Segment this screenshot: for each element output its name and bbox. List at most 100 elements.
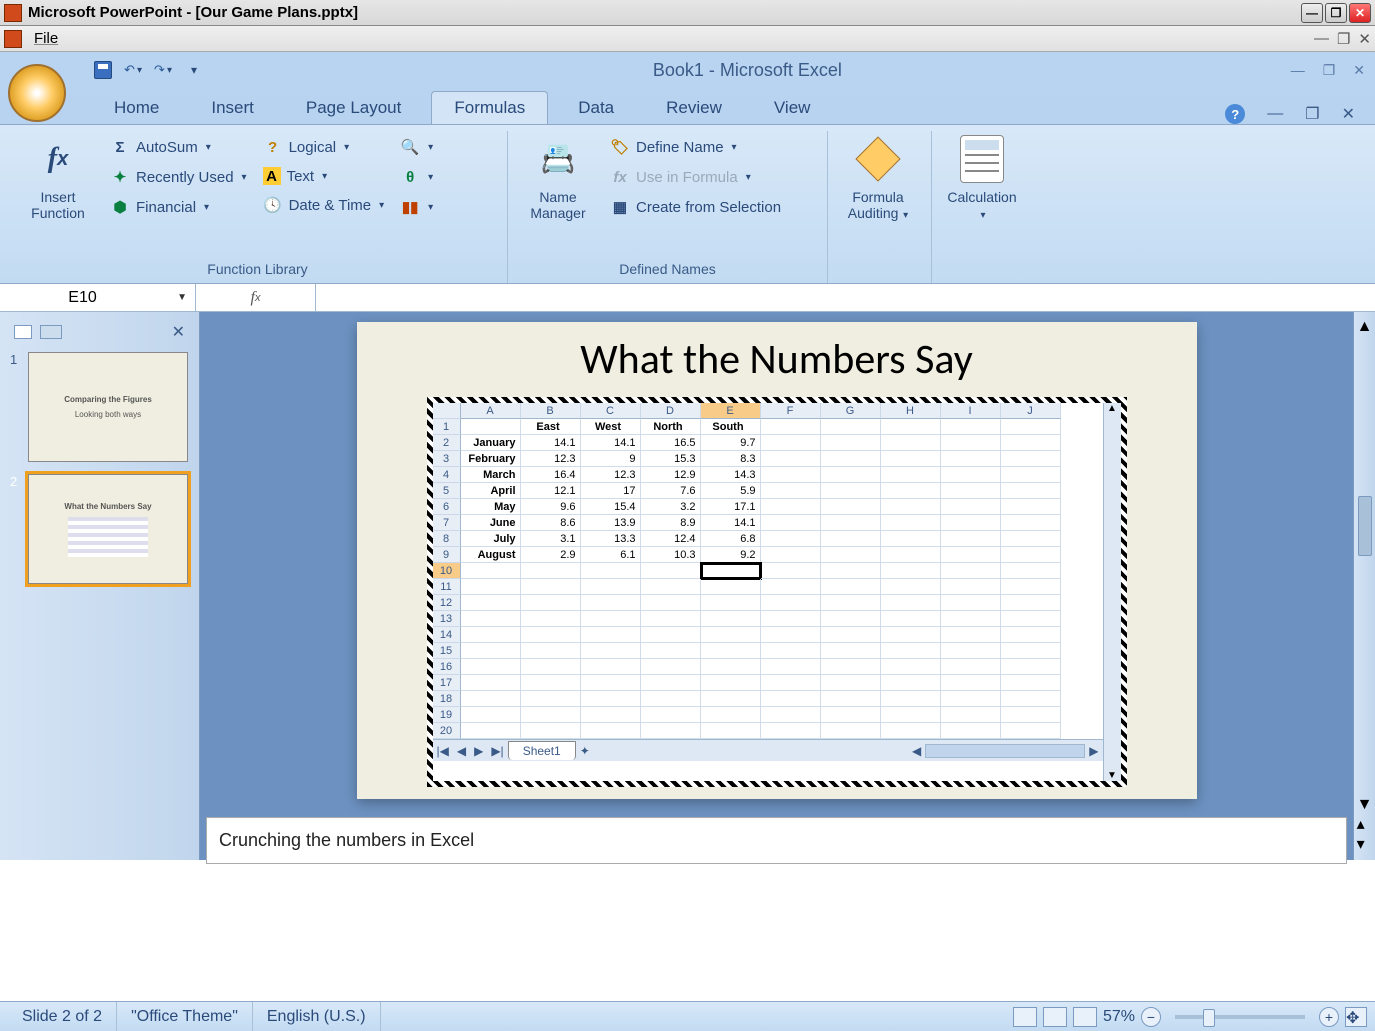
zoom-slider[interactable] (1175, 1015, 1305, 1019)
date-time-button[interactable]: 🕓Date & Time▾ (259, 193, 389, 217)
qat-customize[interactable]: ▾ (182, 59, 204, 81)
theta-icon: θ (400, 167, 420, 187)
name-manager-button[interactable]: 📇 Name Manager (518, 131, 598, 221)
hscroll-right[interactable]: ▶ (1085, 744, 1102, 758)
language-indicator[interactable]: English (U.S.) (253, 1002, 381, 1031)
tab-home[interactable]: Home (92, 92, 181, 124)
col-I[interactable]: I (941, 403, 1001, 419)
text-button[interactable]: AText▾ (259, 165, 389, 187)
file-menu[interactable]: File (34, 30, 58, 47)
sigma-icon: Σ (110, 137, 130, 157)
mdi-minimize-button[interactable]: — (1314, 30, 1329, 48)
embedded-excel[interactable]: A B C D E F G H I J 1EastWestNorthSouth2… (427, 397, 1127, 787)
undo-button[interactable]: ↶▾ (122, 59, 144, 81)
define-name-button[interactable]: 🏷Define Name▾ (606, 135, 785, 159)
logical-button[interactable]: ?Logical▾ (259, 135, 389, 159)
normal-view-button[interactable] (1013, 1007, 1037, 1027)
name-box[interactable]: E10▼ (0, 284, 196, 311)
col-H[interactable]: H (881, 403, 941, 419)
next-slide-icon[interactable]: ▾ (1357, 836, 1365, 853)
hscroll-left[interactable]: ◀ (908, 744, 925, 758)
vscrollbar[interactable]: ▲ ▼ ▴ ▾ (1353, 312, 1375, 860)
slide-thumb-1[interactable]: 1 Comparing the Figures Looking both way… (10, 352, 189, 462)
quick-access-toolbar: ↶▾ ↷▾ ▾ (92, 59, 204, 81)
slideshow-view-button[interactable] (1073, 1007, 1097, 1027)
minimize-button[interactable]: — (1301, 3, 1323, 23)
formula-auditing-button[interactable]: Formula Auditing ▾ (838, 131, 918, 221)
inner-vscrollbar[interactable]: ▲ ▼ (1103, 403, 1121, 781)
tab-view[interactable]: View (752, 92, 833, 124)
col-B[interactable]: B (521, 403, 581, 419)
ribbon-close[interactable]: ✕ (1342, 104, 1355, 124)
prev-slide-icon[interactable]: ▴ (1357, 816, 1365, 833)
inner-minimize[interactable]: — (1291, 62, 1305, 79)
tag-icon: 🏷 (610, 137, 630, 157)
tab-pagelayout[interactable]: Page Layout (284, 92, 423, 124)
thumb1-title: Comparing the Figures (64, 395, 152, 404)
notes-pane[interactable]: Crunching the numbers in Excel (206, 817, 1347, 864)
close-button[interactable]: ✕ (1349, 3, 1371, 23)
fit-slide-button[interactable]: ✥ (1345, 1007, 1367, 1027)
col-F[interactable]: F (761, 403, 821, 419)
zoom-out-button[interactable]: − (1141, 1007, 1161, 1027)
create-from-selection-button[interactable]: ▦Create from Selection (606, 195, 785, 219)
financial-button[interactable]: ⬢Financial▾ (106, 195, 251, 219)
hscrollbar[interactable] (925, 744, 1085, 758)
select-all-cell[interactable] (433, 403, 461, 419)
thumb2-title: What the Numbers Say (64, 502, 151, 511)
col-A[interactable]: A (461, 403, 521, 419)
maximize-button[interactable]: ❐ (1325, 3, 1347, 23)
inner-close[interactable]: ✕ (1353, 62, 1365, 79)
lookup-icon: 🔍 (400, 137, 420, 157)
col-G[interactable]: G (821, 403, 881, 419)
lookup-button[interactable]: 🔍▾ (396, 135, 437, 159)
inner-restore[interactable]: ❐ (1323, 62, 1336, 79)
zoom-level[interactable]: 57% (1103, 1008, 1135, 1026)
redo-button[interactable]: ↷▾ (152, 59, 174, 81)
recent-icon: ✦ (110, 167, 130, 187)
sorter-view-button[interactable] (1043, 1007, 1067, 1027)
sheet-last[interactable]: ▶| (487, 744, 507, 758)
autosum-button[interactable]: ΣAutoSum▾ (106, 135, 251, 159)
zoom-in-button[interactable]: + (1319, 1007, 1339, 1027)
financial-icon: ⬢ (110, 197, 130, 217)
window-title: Microsoft PowerPoint - [Our Game Plans.p… (28, 4, 358, 21)
math-button[interactable]: θ▾ (396, 165, 437, 189)
slide-canvas[interactable]: What the Numbers Say A B C D E F G H (357, 322, 1197, 799)
thumb1-sub: Looking both ways (75, 410, 141, 419)
tab-formulas[interactable]: Formulas (431, 91, 548, 124)
more-functions-button[interactable]: ▮▮▾ (396, 195, 437, 219)
sheet-prev[interactable]: ◀ (453, 744, 470, 758)
tab-data[interactable]: Data (556, 92, 636, 124)
sheet-first[interactable]: |◀ (433, 744, 453, 758)
mdi-restore-button[interactable]: ❐ (1337, 30, 1350, 48)
ribbon-restore[interactable]: ❐ (1305, 104, 1319, 124)
ribbon-minimize[interactable]: — (1267, 105, 1283, 123)
col-E[interactable]: E (701, 403, 761, 419)
col-C[interactable]: C (581, 403, 641, 419)
help-icon[interactable]: ? (1225, 104, 1245, 124)
slide-thumb-2[interactable]: 2 What the Numbers Say (10, 474, 189, 584)
tab-review[interactable]: Review (644, 92, 744, 124)
text-icon: A (263, 167, 281, 185)
panel-close[interactable]: ✕ (172, 322, 185, 342)
slides-tab-icon[interactable] (14, 325, 32, 339)
books-icon: ▮▮ (400, 197, 420, 217)
recently-used-button[interactable]: ✦Recently Used▾ (106, 165, 251, 189)
sheet-tab-1[interactable]: Sheet1 (508, 741, 576, 760)
calculation-button[interactable]: Calculation▾ (942, 131, 1022, 221)
tab-insert[interactable]: Insert (189, 92, 276, 124)
new-sheet-icon[interactable]: ✦ (576, 744, 594, 758)
mdi-close-button[interactable]: ✕ (1358, 30, 1371, 48)
outline-tab-icon[interactable] (40, 325, 62, 339)
calculator-icon (960, 135, 1004, 183)
os-titlebar: Microsoft PowerPoint - [Our Game Plans.p… (0, 0, 1375, 26)
col-D[interactable]: D (641, 403, 701, 419)
office-button[interactable] (8, 64, 66, 122)
use-in-formula-button[interactable]: fxUse in Formula▾ (606, 165, 785, 189)
insert-function-button[interactable]: fx Insert Function (18, 131, 98, 221)
col-J[interactable]: J (1001, 403, 1061, 419)
fx-label[interactable]: fx (196, 284, 316, 311)
sheet-next[interactable]: ▶ (470, 744, 487, 758)
save-button[interactable] (92, 59, 114, 81)
